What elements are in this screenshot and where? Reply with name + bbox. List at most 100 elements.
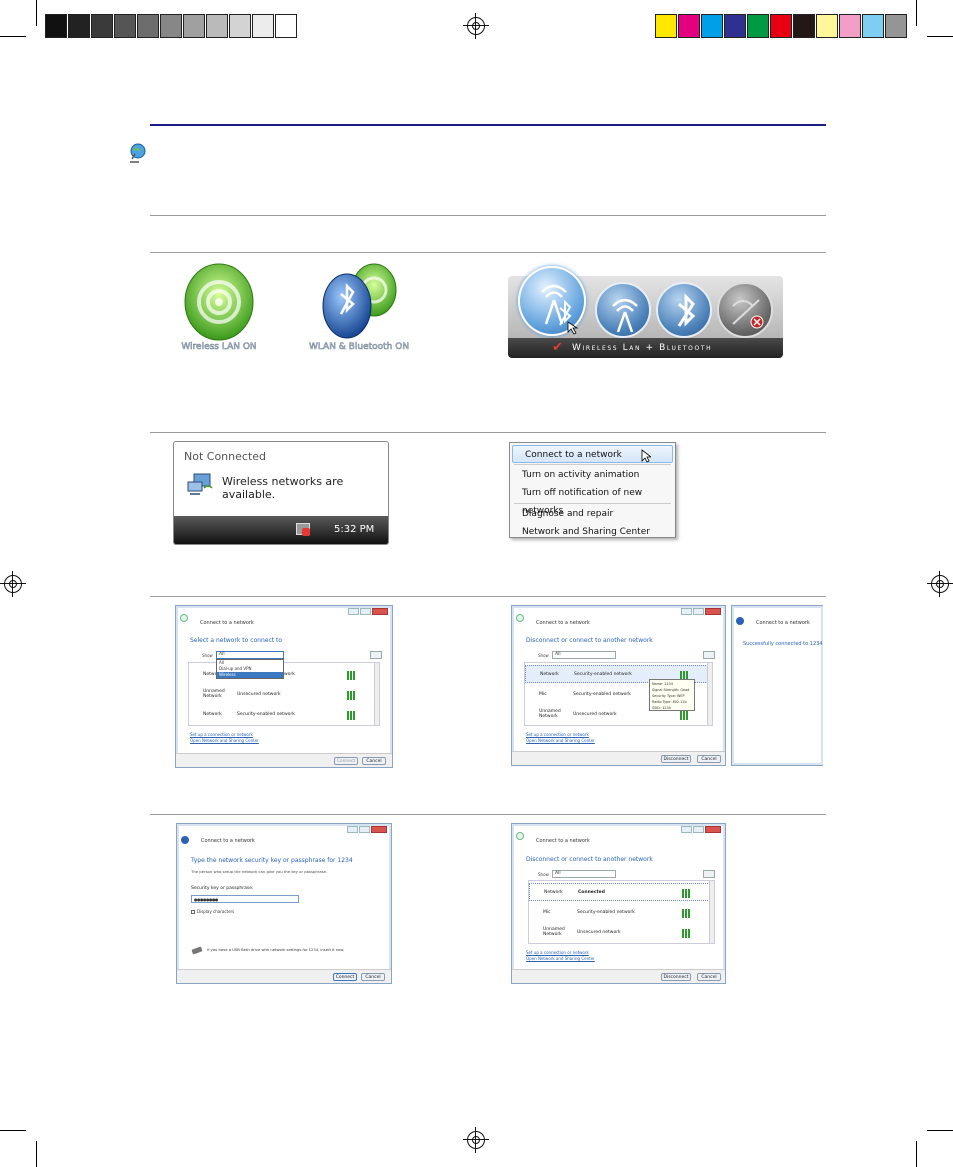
scrollbar[interactable] bbox=[709, 881, 714, 943]
menu-item-sharing-center[interactable]: Network and Sharing Center bbox=[510, 523, 675, 541]
sharing-center-link[interactable]: Open Network and Sharing Center bbox=[526, 738, 595, 743]
wireless-lan-on-icon: Wireless LAN ON bbox=[172, 262, 266, 352]
back-arrow-icon[interactable] bbox=[516, 614, 524, 622]
taskbar-clock: 5:32 PM bbox=[334, 524, 375, 535]
dialog-title: Connect to a network bbox=[756, 620, 810, 626]
network-context-menu: Connect to a network Turn on activity an… bbox=[509, 442, 676, 538]
back-arrow-icon[interactable] bbox=[736, 617, 744, 625]
refresh-button[interactable] bbox=[370, 651, 382, 659]
crop-mark bbox=[36, 0, 37, 26]
crop-mark bbox=[916, 1141, 917, 1167]
dialog-heading: Disconnect or connect to another network bbox=[526, 856, 653, 863]
disconnect-button[interactable]: Disconnect bbox=[661, 755, 691, 763]
dialog-subtext: The person who setup the network can giv… bbox=[191, 869, 328, 874]
crop-mark bbox=[916, 0, 917, 26]
dialog-title: Connect to a network bbox=[536, 620, 590, 626]
color-swatch bbox=[724, 14, 746, 38]
wlan-on-label: Wireless LAN ON bbox=[181, 342, 257, 353]
dialog-title: Connect to a network bbox=[201, 838, 255, 844]
menu-item-notification[interactable]: Turn off notification of new networks bbox=[510, 484, 675, 516]
scrollbar[interactable] bbox=[374, 663, 379, 725]
connect-button[interactable]: Connect bbox=[334, 757, 358, 765]
window-controls[interactable] bbox=[681, 826, 721, 833]
dialog-title: Connect to a network bbox=[200, 620, 254, 626]
connected-dialog: Connect to a network Disconnect or conne… bbox=[511, 823, 726, 984]
cancel-button[interactable]: Cancel bbox=[697, 755, 721, 763]
registration-mark bbox=[927, 571, 953, 597]
osd-wlan-bt-button[interactable] bbox=[518, 266, 586, 336]
osd-all-off-button[interactable] bbox=[717, 282, 773, 338]
color-swatch bbox=[229, 14, 251, 38]
sharing-center-link[interactable]: Open Network and Sharing Center bbox=[190, 738, 259, 743]
show-dropdown[interactable]: All bbox=[552, 651, 616, 659]
menu-item-diagnose[interactable]: Diagnose and repair bbox=[510, 505, 675, 523]
dialog-footer: Connect Cancel bbox=[177, 969, 391, 983]
cancel-button[interactable]: Cancel bbox=[697, 973, 721, 981]
menu-separator bbox=[514, 464, 671, 465]
show-dropdown[interactable]: All bbox=[552, 870, 616, 878]
refresh-button[interactable] bbox=[703, 651, 715, 659]
cancel-button[interactable]: Cancel bbox=[362, 757, 386, 765]
color-swatch bbox=[862, 14, 884, 38]
dialog-footer: Connect Cancel bbox=[176, 753, 392, 767]
notification-title: Not Connected bbox=[184, 450, 267, 463]
osd-caption: Wireless Lan + Bluetooth bbox=[572, 343, 713, 353]
color-swatch bbox=[68, 14, 90, 38]
crop-mark bbox=[36, 1141, 37, 1167]
registration-mark bbox=[0, 571, 26, 597]
show-dropdown[interactable]: All bbox=[216, 651, 284, 659]
setup-connection-link[interactable]: Set up a connection or network bbox=[190, 732, 253, 737]
signal-strength-icon bbox=[682, 929, 692, 938]
section-divider bbox=[150, 596, 826, 597]
globe-note-icon bbox=[127, 142, 147, 164]
sharing-center-link[interactable]: Open Network and Sharing Center bbox=[526, 956, 595, 961]
usb-drive-icon bbox=[191, 946, 203, 955]
network-icon bbox=[186, 472, 214, 496]
color-swatch bbox=[275, 14, 297, 38]
color-swatch bbox=[137, 14, 159, 38]
signal-strength-icon bbox=[347, 691, 357, 700]
section-divider bbox=[150, 215, 826, 216]
disconnect-button[interactable]: Disconnect bbox=[661, 973, 691, 981]
color-swatch bbox=[885, 14, 907, 38]
show-options-list: All Dial-up and VPN Wireless bbox=[216, 659, 284, 679]
refresh-button[interactable] bbox=[703, 870, 715, 878]
field-label: Security key or passphrase: bbox=[191, 886, 254, 891]
display-characters-checkbox[interactable]: Display characters bbox=[191, 909, 234, 914]
scrollbar[interactable] bbox=[707, 663, 712, 725]
back-arrow-icon[interactable] bbox=[181, 836, 189, 844]
setup-connection-link[interactable]: Set up a connection or network bbox=[526, 732, 589, 737]
back-arrow-icon[interactable] bbox=[516, 832, 524, 840]
wlan-bluetooth-on-icon: WLAN & Bluetooth ON bbox=[302, 262, 416, 352]
color-swatch bbox=[770, 14, 792, 38]
color-swatch bbox=[655, 14, 677, 38]
show-label: Show bbox=[538, 653, 549, 658]
osd-wlan-button[interactable] bbox=[595, 282, 651, 338]
dialog-footer: Disconnect Cancel bbox=[512, 751, 725, 765]
dialog-footer: Disconnect Cancel bbox=[512, 969, 725, 983]
balloon-notification[interactable]: Not Connected Wireless networks are avai… bbox=[173, 441, 389, 545]
security-key-input[interactable]: ●●●●●●●● bbox=[191, 895, 299, 903]
check-icon: ✔ bbox=[552, 340, 563, 355]
cursor-arrow-icon bbox=[641, 449, 653, 463]
dialog-heading: Type the network security key or passphr… bbox=[191, 857, 353, 864]
registration-mark bbox=[463, 13, 489, 39]
network-list: Network Connected Mic Security-enabled net… bbox=[528, 880, 715, 944]
connect-button[interactable]: Connect bbox=[333, 973, 357, 981]
window-controls[interactable] bbox=[348, 608, 388, 615]
signal-strength-icon bbox=[680, 711, 690, 720]
osd-bluetooth-button[interactable] bbox=[656, 282, 712, 338]
show-option[interactable]: Wireless bbox=[217, 672, 283, 678]
back-arrow-icon[interactable] bbox=[180, 614, 188, 622]
section-divider bbox=[150, 432, 826, 433]
crop-mark bbox=[0, 1130, 26, 1131]
window-controls[interactable] bbox=[681, 608, 721, 615]
menu-item-activity[interactable]: Turn on activity animation bbox=[510, 466, 675, 484]
registration-mark bbox=[463, 1127, 489, 1153]
setup-connection-link[interactable]: Set up a connection or network bbox=[526, 950, 589, 955]
window-controls[interactable] bbox=[347, 826, 387, 833]
section-divider bbox=[150, 814, 826, 815]
color-swatch bbox=[747, 14, 769, 38]
success-message: Successfully connected to 1234 bbox=[743, 641, 823, 647]
cancel-button[interactable]: Cancel bbox=[361, 973, 385, 981]
